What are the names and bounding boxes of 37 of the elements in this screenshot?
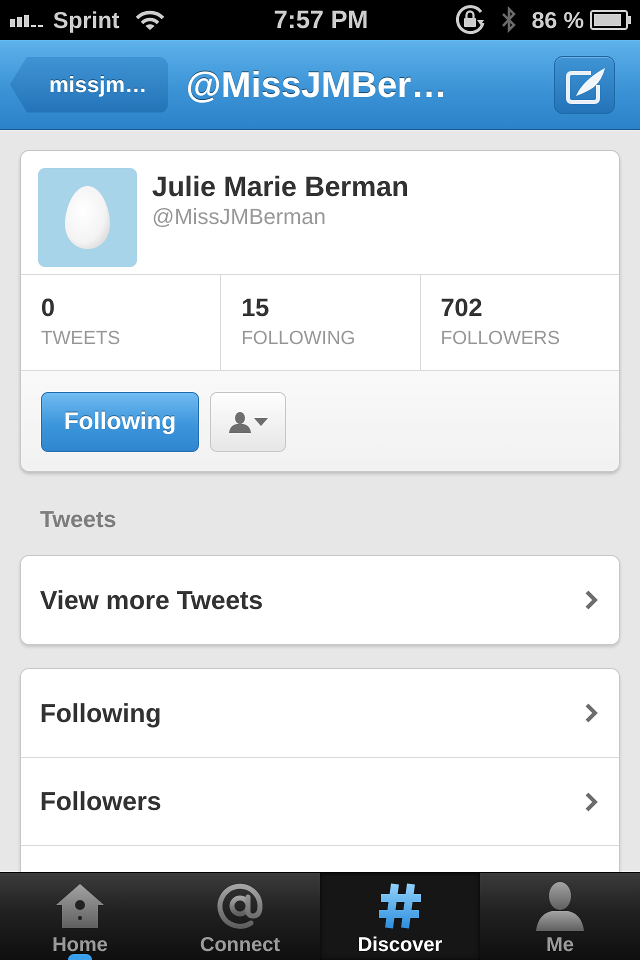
nav-title: @MissJMBer… (186, 64, 448, 106)
at-sign-icon (215, 881, 265, 931)
list-row[interactable]: Followers (21, 757, 619, 845)
profile-name: Julie Marie Berman (152, 170, 409, 204)
chevron-icon (584, 702, 598, 724)
compose-button[interactable] (554, 56, 615, 114)
section-heading: Tweets (40, 506, 118, 532)
hashtag-icon (376, 882, 424, 930)
back-button[interactable]: missjm… (10, 56, 168, 112)
tab-button[interactable]: Me (480, 873, 640, 960)
tab-button[interactable]: Discover (320, 873, 480, 960)
egg-avatar-icon (38, 168, 137, 267)
wifi-icon (135, 9, 166, 31)
chevron-icon (584, 589, 598, 611)
status-time: 7:57 PM (274, 6, 368, 34)
stat-label: FOLLOWERS (440, 328, 561, 350)
bluetooth-icon (500, 5, 517, 35)
chevron-icon (584, 790, 598, 812)
user-actions-button[interactable] (210, 392, 286, 452)
stat-count: 702 (440, 294, 484, 322)
person-icon (228, 411, 250, 433)
battery-percent: 86 % (532, 7, 584, 33)
stat-label: TWEETS (41, 328, 122, 350)
carrier-name: Sprint (53, 7, 120, 33)
list-row[interactable]: View more Tweets (21, 556, 619, 644)
profile-handle: @MissJMBerman (152, 204, 327, 230)
signal-icon (10, 13, 46, 27)
list-row[interactable]: Following (21, 669, 619, 757)
stat-count: 15 (241, 294, 270, 322)
person-silhouette-icon (535, 881, 585, 931)
battery-icon (590, 10, 632, 30)
stat-label: FOLLOWING (241, 328, 356, 350)
stat-count: 0 (41, 294, 56, 322)
tab-button[interactable]: Home (0, 873, 160, 960)
tab-button[interactable]: Connect (160, 873, 320, 960)
caret-icon (254, 418, 268, 426)
birdhouse-icon (55, 883, 105, 929)
